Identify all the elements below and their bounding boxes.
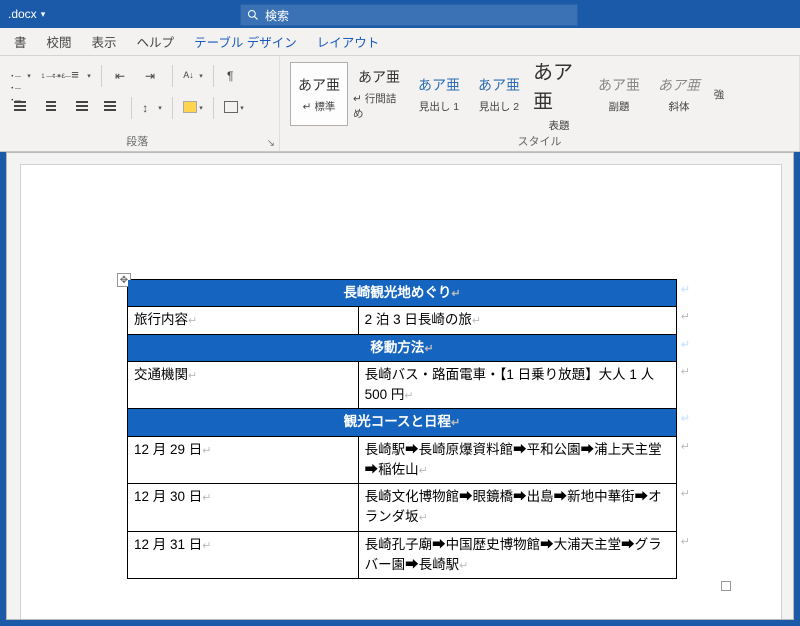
- style-title[interactable]: あア亜 表題: [530, 62, 588, 126]
- style-italic[interactable]: あア亜 斜体: [650, 62, 708, 126]
- page: ✥ 長崎観光地めぐり↵↵ 旅行内容↵ 2 泊 3 日長崎の旅↵↵ 移動方法↵↵ …: [21, 165, 781, 620]
- align-justify-button[interactable]: [98, 96, 124, 120]
- menu-item-view[interactable]: 表示: [82, 28, 127, 55]
- menu-item-table-design[interactable]: テーブル デザイン: [184, 28, 307, 55]
- cell-d1c2[interactable]: 長崎駅➡長崎原爆資料館➡平和公園➡浦上天主堂➡稲佐山↵↵: [358, 436, 676, 484]
- style-nospacing[interactable]: あア亜 ↵ 行間詰め: [350, 62, 408, 126]
- style-heading2[interactable]: あア亜 見出し 2: [470, 62, 528, 126]
- bullets-button[interactable]: [8, 64, 34, 88]
- header-1[interactable]: 長崎観光地めぐり↵↵: [128, 280, 677, 307]
- group-styles: あア亜 ↵ 標準 あア亜 ↵ 行間詰め あア亜 見出し 1 あア亜 見出し 2 …: [280, 56, 800, 151]
- search-icon: [247, 9, 259, 21]
- sort-button[interactable]: [180, 64, 206, 88]
- cell-d3c1[interactable]: 12 月 31 日↵: [128, 531, 359, 579]
- show-marks-button[interactable]: [221, 64, 247, 88]
- numbering-button[interactable]: [38, 64, 64, 88]
- cell-d2c2[interactable]: 長崎文化博物館➡眼鏡橋➡出島➡新地中華街➡オランダ坂↵↵: [358, 484, 676, 532]
- menu-item-layout[interactable]: レイアウト: [307, 28, 390, 55]
- menu-item-0[interactable]: 書: [4, 28, 37, 55]
- cell-d1c1[interactable]: 12 月 29 日↵: [128, 436, 359, 484]
- cell-r1c2[interactable]: 2 泊 3 日長崎の旅↵↵: [358, 307, 676, 334]
- cell-d3c2[interactable]: 長崎孔子廟➡中国歴史博物館➡大浦天主堂➡グラバー園➡長崎駅↵↵: [358, 531, 676, 579]
- menu-item-help[interactable]: ヘルプ: [127, 28, 185, 55]
- header-2[interactable]: 移動方法↵↵: [128, 334, 677, 361]
- outdent-button[interactable]: [109, 64, 135, 88]
- document-canvas[interactable]: ✥ 長崎観光地めぐり↵↵ 旅行内容↵ 2 泊 3 日長崎の旅↵↵ 移動方法↵↵ …: [6, 152, 794, 620]
- ribbon: 段落 ↘ あア亜 ↵ 標準 あア亜 ↵ 行間詰め あア亜 見出し 1 あア亜 見…: [0, 56, 800, 152]
- multilevel-button[interactable]: [68, 64, 94, 88]
- paragraph-group-label: 段落: [8, 131, 267, 149]
- align-left-button[interactable]: [8, 96, 34, 120]
- style-strong[interactable]: 強: [710, 62, 728, 126]
- styles-group-label: スタイル: [288, 131, 791, 149]
- style-subtitle[interactable]: あア亜 副題: [590, 62, 648, 126]
- cell-r2c2[interactable]: 長崎バス・路面電車・【1 日乗り放題】大人 1 人 500 円↵↵: [358, 361, 676, 409]
- cell-r2c1[interactable]: 交通機関↵: [128, 361, 359, 409]
- filename: .docx: [8, 7, 37, 21]
- search-box[interactable]: 検索: [240, 4, 578, 26]
- shading-button[interactable]: [180, 96, 206, 120]
- paragraph-dialog-launcher[interactable]: ↘: [267, 138, 275, 149]
- search-placeholder: 検索: [265, 7, 289, 24]
- borders-button[interactable]: [221, 96, 247, 120]
- styles-gallery[interactable]: あア亜 ↵ 標準 あア亜 ↵ 行間詰め あア亜 見出し 1 あア亜 見出し 2 …: [288, 60, 791, 128]
- menu-bar: 書 校閲 表示 ヘルプ テーブル デザイン レイアウト: [0, 28, 800, 56]
- group-paragraph: 段落 ↘: [0, 56, 280, 151]
- align-center-button[interactable]: [38, 96, 64, 120]
- line-spacing-button[interactable]: [139, 96, 165, 120]
- style-heading1[interactable]: あア亜 見出し 1: [410, 62, 468, 126]
- indent-button[interactable]: [139, 64, 165, 88]
- header-3[interactable]: 観光コースと日程↵↵: [128, 409, 677, 436]
- table-resize-handle[interactable]: [721, 581, 731, 591]
- align-right-button[interactable]: [68, 96, 94, 120]
- menu-item-review[interactable]: 校閲: [37, 28, 82, 55]
- filename-chevron[interactable]: ▾: [41, 9, 46, 20]
- style-normal[interactable]: あア亜 ↵ 標準: [290, 62, 348, 126]
- document-table[interactable]: 長崎観光地めぐり↵↵ 旅行内容↵ 2 泊 3 日長崎の旅↵↵ 移動方法↵↵ 交通…: [127, 279, 677, 579]
- cell-d2c1[interactable]: 12 月 30 日↵: [128, 484, 359, 532]
- cell-r1c1[interactable]: 旅行内容↵: [128, 307, 359, 334]
